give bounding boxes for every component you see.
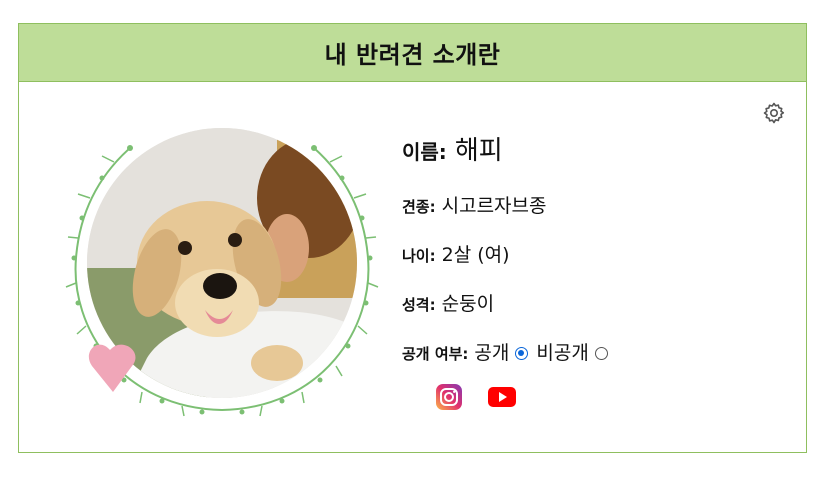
age-label: 나이: — [402, 247, 436, 265]
personality-row: 성격: 순둥이 — [402, 289, 762, 316]
breed-row: 견종: 시고르자브종 — [402, 191, 762, 218]
personality-value: 순둥이 — [441, 293, 495, 315]
visibility-private-radio[interactable] — [594, 347, 608, 360]
pet-info: 이름: 해피 견종: 시고르자브종 나이: 2살 (여) 성격: 순둥이 공개 … — [402, 100, 762, 365]
pet-photo-frame — [62, 118, 382, 418]
breed-label: 견종: — [402, 198, 436, 216]
instagram-icon[interactable] — [434, 382, 464, 412]
social-links — [434, 382, 517, 412]
youtube-icon[interactable] — [487, 382, 517, 412]
card-header: 내 반려견 소개란 — [19, 24, 806, 82]
personality-label: 성격: — [402, 296, 436, 314]
page-title: 내 반려견 소개란 — [324, 41, 501, 69]
visibility-label: 공개 여부: — [402, 345, 469, 363]
heart-icon — [88, 344, 136, 392]
visibility-public-radio[interactable] — [515, 347, 529, 360]
name-value: 해피 — [454, 136, 503, 166]
age-value: 2살 (여) — [441, 244, 510, 266]
name-row: 이름: 해피 — [402, 130, 762, 167]
breed-value: 시고르자브종 — [441, 195, 547, 217]
name-label: 이름: — [402, 140, 447, 164]
visibility-row: 공개 여부: 공개 비공개 — [402, 338, 762, 365]
visibility-option-public-label: 공개 — [474, 342, 510, 364]
age-row: 나이: 2살 (여) — [402, 240, 762, 267]
visibility-option-private-label: 비공개 — [536, 342, 589, 364]
settings-gear-icon[interactable] — [762, 101, 786, 125]
